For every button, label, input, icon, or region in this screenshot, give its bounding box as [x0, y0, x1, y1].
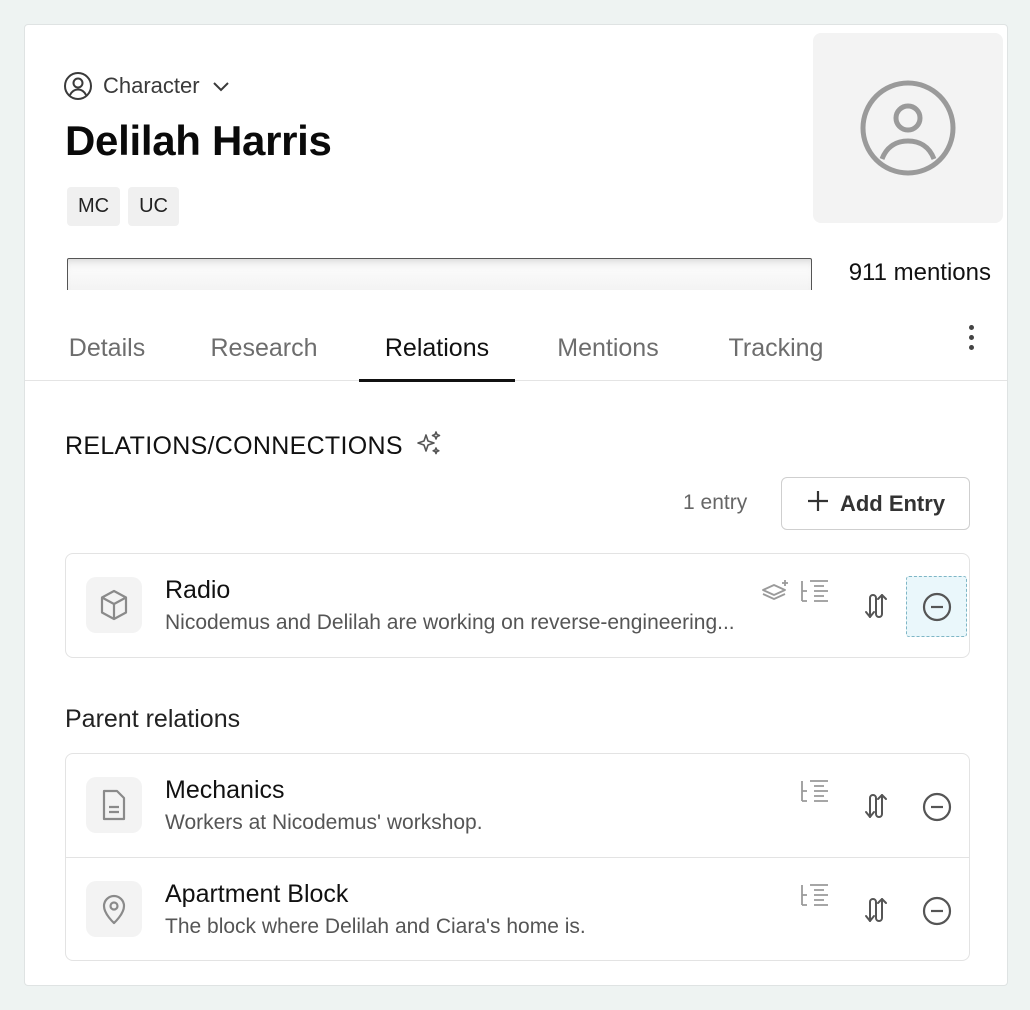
avatar[interactable] [813, 33, 1003, 223]
page-title: Delilah Harris [65, 117, 332, 164]
chevron-down-icon [210, 75, 232, 97]
tab-research[interactable]: Research [207, 315, 321, 381]
remove-relation-button[interactable] [906, 776, 967, 837]
swap-vertical-icon[interactable] [860, 788, 894, 824]
relation-title: Mechanics [165, 776, 285, 804]
type-label: Character [103, 73, 200, 98]
layers-add-icon[interactable] [760, 576, 792, 608]
relation-description: Nicodemus and Delilah are working on rev… [165, 611, 735, 634]
tag-list: MC UC [67, 187, 179, 226]
tab-bar: Details Research Relations Mentions Trac… [25, 315, 1007, 382]
mentions-count: 911 mentions [848, 259, 991, 286]
parent-relations-list: Mechanics Workers at Nicodemus' workshop… [65, 753, 970, 961]
remove-relation-button[interactable] [906, 880, 967, 941]
tab-relations[interactable]: Relations [359, 315, 515, 382]
minus-circle-icon [922, 592, 951, 621]
user-avatar-icon [860, 80, 956, 176]
document-icon [86, 777, 142, 833]
remove-relation-button[interactable] [906, 576, 967, 637]
tab-mentions[interactable]: Mentions [551, 315, 665, 381]
sparkles-icon[interactable] [415, 429, 443, 464]
tag-mc[interactable]: MC [67, 187, 121, 226]
add-entry-label: Add Entry [839, 490, 946, 516]
parent-relations-heading: Parent relations [65, 705, 241, 733]
list-item[interactable]: Radio Nicodemus and Delilah are working … [66, 554, 969, 657]
relations-list: Radio Nicodemus and Delilah are working … [65, 553, 970, 658]
hierarchy-list-icon[interactable] [798, 576, 832, 608]
more-options-icon[interactable] [959, 319, 983, 355]
swap-vertical-icon[interactable] [860, 588, 894, 624]
list-item[interactable]: Apartment Block The block where Delilah … [66, 857, 969, 960]
plus-icon [806, 489, 830, 519]
hierarchy-list-icon[interactable] [798, 776, 832, 808]
relation-description: The block where Delilah and Ciara's home… [165, 915, 586, 938]
minus-circle-icon [922, 792, 951, 821]
tab-details[interactable]: Details [65, 315, 149, 381]
section-title-text: RELATIONS/CONNECTIONS [65, 432, 403, 460]
location-pin-icon [86, 881, 142, 937]
list-item[interactable]: Mechanics Workers at Nicodemus' workshop… [66, 754, 969, 857]
user-circle-icon [63, 71, 93, 101]
relation-title: Apartment Block [165, 880, 349, 908]
section-title: RELATIONS/CONNECTIONS [65, 429, 443, 464]
character-card: Character Delilah Harris MC UC 911 menti… [24, 24, 1008, 986]
relation-description: Workers at Nicodemus' workshop. [165, 811, 483, 834]
minus-circle-icon [922, 896, 951, 925]
tab-tracking[interactable]: Tracking [723, 315, 829, 381]
add-entry-button[interactable]: Add Entry [781, 477, 970, 530]
relation-title: Radio [165, 576, 231, 604]
entry-count: 1 entry [683, 491, 748, 514]
tag-uc[interactable]: UC [128, 187, 179, 226]
type-selector[interactable]: Character [63, 71, 232, 101]
cube-icon [86, 577, 142, 633]
swap-vertical-icon[interactable] [860, 892, 894, 928]
hierarchy-list-icon[interactable] [798, 880, 832, 912]
mentions-bar [67, 258, 812, 290]
